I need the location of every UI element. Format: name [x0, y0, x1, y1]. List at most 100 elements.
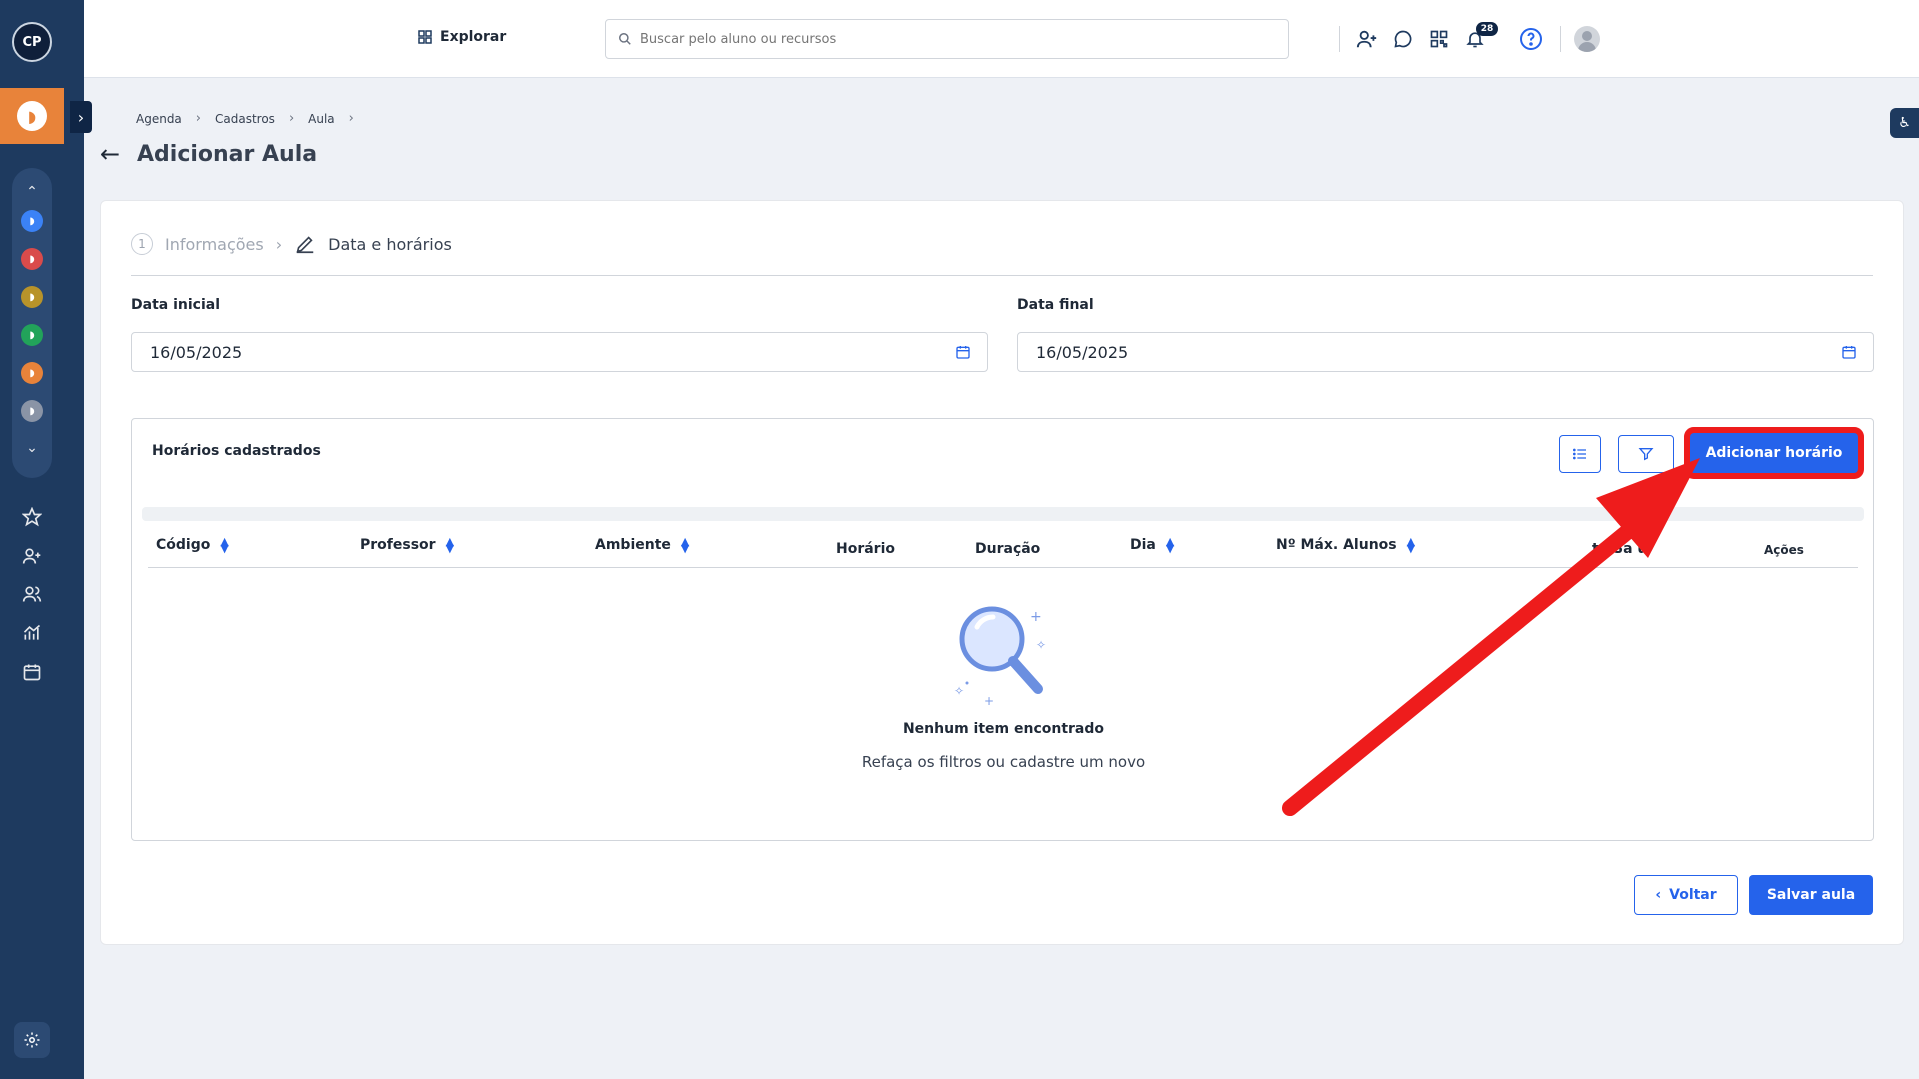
list-icon [1573, 448, 1586, 460]
chart-icon[interactable] [18, 619, 46, 647]
divider [1560, 26, 1561, 52]
breadcrumb-item-agenda[interactable]: Agenda [136, 112, 182, 126]
end-date-value: 16/05/2025 [1036, 342, 1129, 362]
search-icon [619, 33, 631, 45]
column-header-ambiente[interactable]: Ambiente ▲ ▼ [595, 536, 689, 554]
module-dot-green[interactable]: ◗ [21, 324, 43, 346]
avatar-body [1578, 42, 1596, 52]
column-header-codigo[interactable]: Código ▲ ▼ [156, 536, 229, 554]
back-button-label: Voltar [1669, 887, 1717, 903]
pencil-icon [296, 236, 314, 254]
chevron-left-icon: ‹ [1655, 887, 1662, 903]
module-icon: ◗ [17, 101, 47, 131]
column-label: Horário [836, 541, 896, 557]
svg-text:✧: ✧ [954, 684, 964, 698]
divider [131, 275, 1873, 276]
sidebar: CP ◗ › ⌃ ◗ ◗ ◗ ◗ ◗ ◗ ⌄ [0, 0, 92, 1079]
svg-text:+: + [984, 694, 994, 708]
add-schedule-button[interactable]: Adicionar horário [1690, 433, 1858, 473]
chevron-right-icon: › [348, 111, 354, 126]
avatar[interactable] [1574, 26, 1600, 52]
expand-sidebar-button[interactable]: › [70, 101, 92, 133]
back-button[interactable]: ‹ Voltar [1634, 875, 1738, 915]
end-date-field[interactable]: 16/05/2025 [1017, 332, 1874, 372]
breadcrumb-item-cadastros[interactable]: Cadastros [215, 112, 275, 126]
module-dot-gold[interactable]: ◗ [21, 286, 43, 308]
sort-icon[interactable]: ▲ ▼ [1166, 536, 1174, 554]
column-label: Ações [1764, 543, 1804, 557]
chevron-down-icon[interactable]: ⌄ [12, 440, 52, 456]
calendar-icon[interactable] [1841, 344, 1857, 360]
chevron-right-icon: › [195, 111, 201, 126]
step-data-horarios[interactable]: Data e horários [328, 235, 452, 254]
column-header-max-alunos[interactable]: Nº Máx. Alunos ▲ ▼ [1276, 536, 1415, 554]
calendar-icon[interactable] [18, 658, 46, 686]
help-icon[interactable] [1518, 26, 1544, 52]
svg-text:✧: ✧ [1036, 638, 1046, 652]
add-user-icon[interactable] [18, 542, 46, 570]
chat-icon[interactable] [1390, 26, 1416, 52]
start-date-field[interactable]: 16/05/2025 [131, 332, 988, 372]
schedules-title: Horários cadastrados [152, 443, 321, 459]
active-module-button[interactable]: ◗ [0, 88, 64, 144]
sort-icon[interactable]: ▲ ▼ [681, 536, 689, 554]
column-header-duracao: Duração [975, 541, 1040, 557]
magnifier-empty-icon: + ✧ ✧ + [954, 606, 1046, 708]
accessibility-button[interactable]: ♿ [1890, 108, 1919, 138]
empty-state-subtitle: Refaça os filtros ou cadastre um novo [861, 753, 1146, 771]
add-person-icon[interactable] [1354, 26, 1380, 52]
save-class-button[interactable]: Salvar aula [1749, 875, 1873, 915]
back-arrow-icon[interactable]: ← [100, 140, 120, 168]
filter-icon [1638, 448, 1654, 461]
search-input[interactable] [640, 31, 1240, 47]
column-header-professor[interactable]: Professor ▲ ▼ [360, 536, 454, 554]
app-logo[interactable]: CP [12, 22, 52, 62]
divider [1339, 26, 1340, 52]
explore-button[interactable]: Explorar [418, 29, 506, 45]
column-label: ta Sa u [1592, 541, 1648, 557]
explore-label: Explorar [440, 29, 507, 45]
sort-icon[interactable]: ▲ ▼ [1407, 536, 1415, 554]
start-date-value: 16/05/2025 [150, 342, 243, 362]
module-dot-blue[interactable]: ◗ [21, 210, 43, 232]
column-header-acoes: Ações [1764, 543, 1804, 557]
column-label: Código [156, 537, 211, 553]
column-label: Professor [360, 537, 436, 553]
step-number: 1 [131, 233, 153, 255]
search-box[interactable] [605, 19, 1289, 59]
notification-badge: 28 [1476, 22, 1498, 36]
breadcrumb-item-aula[interactable]: Aula [308, 112, 335, 126]
star-icon[interactable] [18, 503, 46, 531]
start-date-label: Data inicial [131, 297, 220, 313]
settings-button[interactable] [14, 1022, 50, 1058]
chevron-up-icon[interactable]: ⌃ [12, 184, 52, 200]
qr-code-icon[interactable] [1426, 26, 1452, 52]
column-label: Duração [975, 541, 1041, 557]
module-dot-red[interactable]: ◗ [21, 248, 43, 270]
module-dot-orange[interactable]: ◗ [21, 362, 43, 384]
sort-icon[interactable]: ▲ ▼ [446, 536, 454, 554]
list-view-button[interactable] [1559, 435, 1601, 473]
column-label: Ambiente [595, 537, 671, 553]
end-date-label: Data final [1017, 297, 1094, 313]
module-list: ⌃ ◗ ◗ ◗ ◗ ◗ ◗ ⌄ [12, 168, 52, 478]
filter-button[interactable] [1618, 435, 1674, 473]
stepper: 1 Informações › Data e horários [131, 233, 452, 255]
column-header-sala: ta Sa u [1592, 541, 1647, 557]
chevron-right-icon: › [275, 234, 283, 254]
avatar-head [1582, 31, 1592, 41]
column-header-dia[interactable]: Dia ▲ ▼ [1130, 536, 1174, 554]
schedules-panel: Horários cadastrados Adicionar horário C… [131, 418, 1874, 841]
table-loader-bar [142, 507, 1864, 521]
sort-icon[interactable]: ▲ ▼ [220, 536, 228, 554]
column-header-horario: Horário [836, 541, 895, 557]
users-icon[interactable] [18, 580, 46, 608]
step-informacoes[interactable]: Informações [165, 235, 264, 254]
gear-icon [24, 1032, 40, 1048]
top-bar: Explorar 28 [84, 0, 1919, 78]
column-label: Nº Máx. Alunos [1276, 537, 1397, 553]
notification-button[interactable]: 28 [1462, 22, 1498, 52]
page-title: Adicionar Aula [137, 142, 318, 167]
calendar-icon[interactable] [955, 344, 971, 360]
module-dot-gray[interactable]: ◗ [21, 400, 43, 422]
